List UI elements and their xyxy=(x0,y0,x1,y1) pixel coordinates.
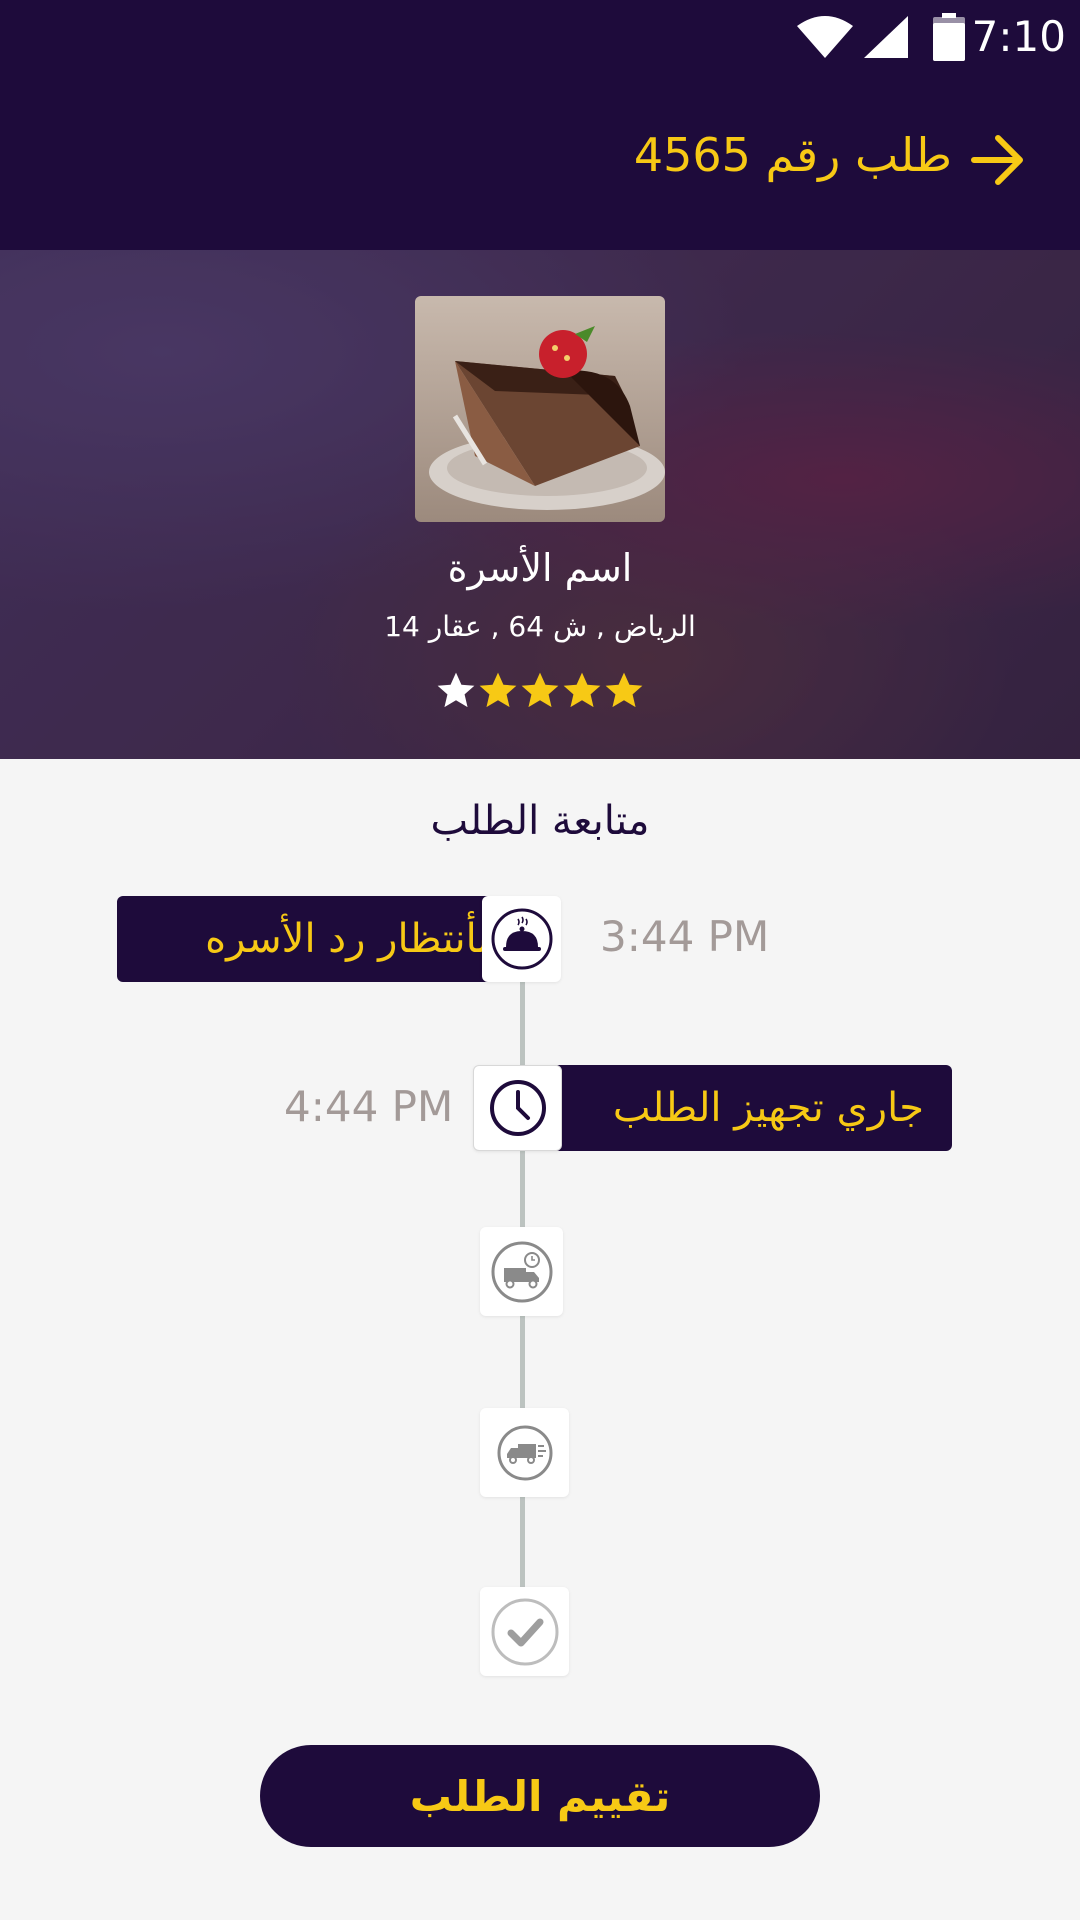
star-filled-icon xyxy=(479,672,517,708)
status-time: 7:10 xyxy=(971,12,1066,61)
step-icon-preparing xyxy=(473,1065,562,1151)
step-icon-delivery-scheduled xyxy=(480,1227,563,1316)
cell-signal-icon xyxy=(864,16,908,58)
step-time-awaiting: 3:44 PM xyxy=(600,912,770,961)
product-image xyxy=(415,296,665,522)
page-title: طلب رقم 4565 xyxy=(633,128,952,182)
store-hero: اسم الأسرة الرياض , ش 64 , عقار 14 xyxy=(0,250,1080,759)
step-label-awaiting-family: بأنتظار رد الأسره xyxy=(117,896,517,982)
step-icon-on-the-way xyxy=(480,1408,569,1497)
step-icon-awaiting xyxy=(482,896,561,982)
store-address: الرياض , ش 64 , عقار 14 xyxy=(384,610,696,643)
star-filled-icon xyxy=(563,672,601,708)
step-time-preparing: 4:44 PM xyxy=(284,1082,454,1131)
tracking-title: متابعة الطلب xyxy=(430,798,650,844)
app-header: طلب رقم 4565 xyxy=(0,76,1080,250)
wifi-icon xyxy=(797,16,853,58)
arrow-right-icon[interactable] xyxy=(970,134,1026,186)
battery-icon xyxy=(933,13,965,61)
family-name: اسم الأسرة xyxy=(447,546,633,590)
delivery-truck-moving-icon xyxy=(497,1425,552,1480)
check-icon xyxy=(491,1598,558,1665)
status-bar: 7:10 xyxy=(0,0,1080,76)
rate-order-button[interactable]: تقييم الطلب xyxy=(260,1745,820,1847)
clock-icon xyxy=(489,1080,546,1136)
delivery-truck-clock-icon xyxy=(491,1241,552,1302)
star-filled-icon xyxy=(605,672,643,708)
star-empty-icon xyxy=(437,672,475,708)
step-label-preparing: جاري تجهيز الطلب xyxy=(553,1065,952,1151)
star-rating xyxy=(435,670,645,712)
food-dome-icon xyxy=(491,908,552,970)
step-icon-delivered xyxy=(480,1587,569,1676)
star-filled-icon xyxy=(521,672,559,708)
